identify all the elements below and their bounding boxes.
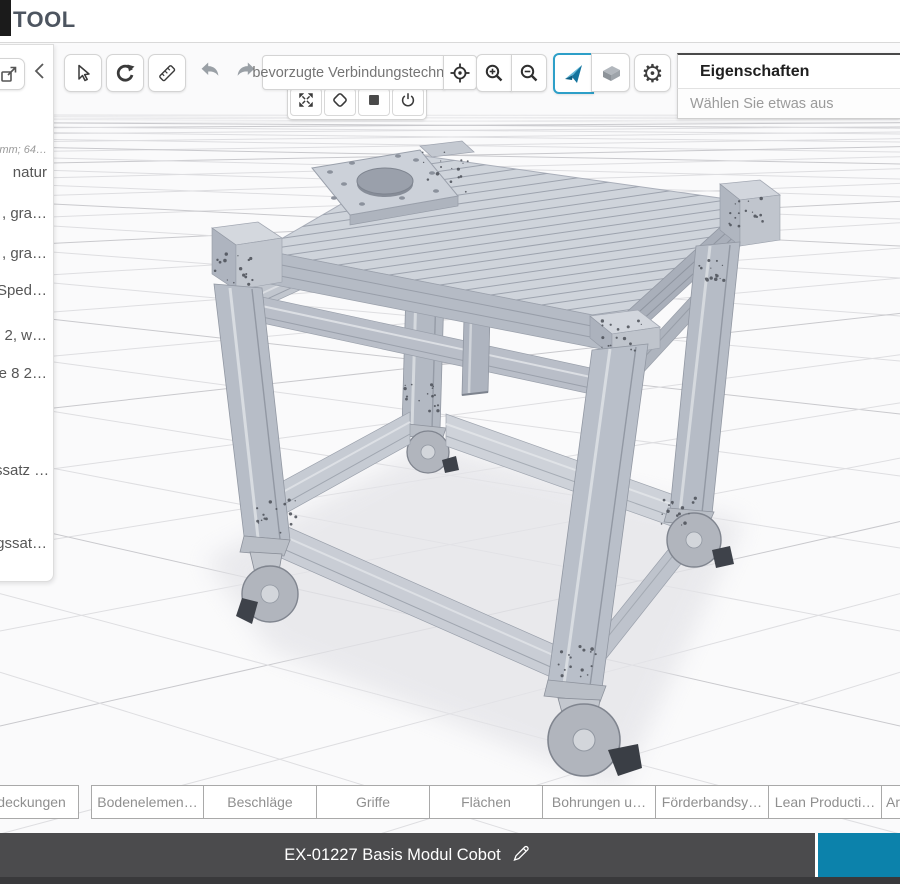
tab-beschlaege[interactable]: Beschläge [203,785,317,819]
list-item[interactable]: 2, w… [0,327,47,344]
power-option-button[interactable] [392,88,424,116]
perspective-view-button[interactable] [553,53,594,94]
solid-square-option-button[interactable] [358,88,390,116]
list-item[interactable]: e 8 2… [0,365,47,382]
tab-abdeckungen[interactable]: Abdeckungen [0,785,79,819]
undo-button[interactable] [196,58,224,86]
select-tool-button[interactable] [64,54,102,92]
orthographic-view-button[interactable] [591,53,630,92]
pop-out-icon [0,64,19,84]
footer-action-button[interactable] [818,833,900,877]
center-view-button[interactable] [443,55,477,90]
tab-foerderbandsysteme[interactable]: Förderbandsy… [655,785,769,819]
solid-square-icon [365,91,383,114]
tab-lean-production[interactable]: Lean Producti… [768,785,882,819]
properties-placeholder: Wählen Sie etwas aus [677,89,900,119]
chevron-left-icon [32,60,48,87]
collapse-panel-button[interactable] [29,61,51,85]
properties-panel-title: Eigenschaften [677,53,900,89]
brand-logo-icon [0,0,11,36]
power-icon [399,91,417,114]
perspective-view-icon [562,62,586,86]
pop-out-button[interactable] [0,58,25,90]
select-cursor-icon [73,63,93,83]
zoom-out-button[interactable] [511,54,547,92]
ruler-icon [156,62,178,84]
connection-technique-label: bevorzugte Verbindungstechnik [262,55,445,90]
app-title: TOOL [13,7,76,33]
list-item[interactable]: natur [0,164,47,181]
zoom-out-icon [519,63,539,83]
fit-view-icon [297,91,315,114]
tab-arbeitsplatz[interactable]: Ar [881,785,900,819]
rotate-view-button[interactable] [106,54,144,92]
zoom-in-icon [484,63,504,83]
orthographic-view-icon [599,61,623,85]
tab-bodenelemente[interactable]: Bodenelemen… [91,785,204,819]
app-window: TOOL mm; 64… natur , gra… , gra… Sped… 2… [0,0,900,884]
crosshair-icon [449,62,471,84]
edit-pencil-icon[interactable] [511,843,531,868]
3d-viewport[interactable] [0,0,900,884]
undo-icon [198,59,222,86]
footer-bottom-strip [0,877,900,884]
project-title: EX-01227 Basis Modul Cobot [284,846,500,865]
list-item[interactable]: Sped… [0,282,47,299]
properties-panel: Eigenschaften Wählen Sie etwas aus [677,53,900,119]
settings-button[interactable]: ⚙ [634,54,671,92]
list-item[interactable]: , gra… [0,245,47,262]
list-item[interactable]: ssatz … [0,462,47,479]
rotate-icon [114,62,136,84]
project-title-bar: EX-01227 Basis Modul Cobot [0,833,815,877]
settings-gear-icon: ⚙ [641,61,663,86]
list-item[interactable]: , gra… [0,205,47,222]
parts-list-panel: mm; 64… natur , gra… , gra… Sped… 2, w… … [0,44,54,582]
tab-flaechen[interactable]: Flächen [429,785,543,819]
connector-diamond-icon [331,91,349,114]
viewport-canvas [0,0,900,884]
list-item[interactable]: mm; 64… [0,144,47,156]
list-item[interactable]: gssat… [0,535,47,552]
tab-bohrungen[interactable]: Bohrungen u… [542,785,656,819]
connector-option-button[interactable] [324,88,356,116]
fit-view-button[interactable] [290,88,322,116]
tab-griffe[interactable]: Griffe [316,785,430,819]
measure-tool-button[interactable] [148,54,186,92]
app-header: TOOL [0,0,900,43]
zoom-in-button[interactable] [476,54,512,92]
